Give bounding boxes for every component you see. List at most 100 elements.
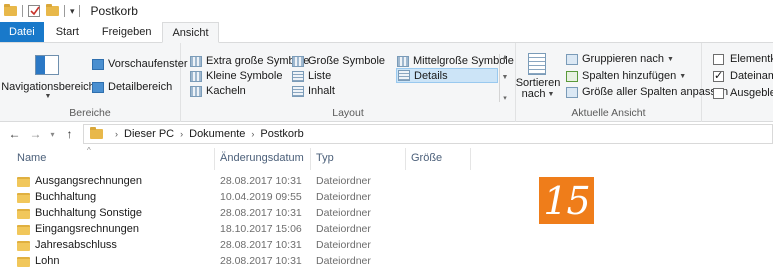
preview-pane-button[interactable]: Vorschaufenster [92,58,188,70]
checkbox-item-checkboxes[interactable]: Elementkon [713,53,773,65]
folder-icon [4,4,17,16]
add-columns-icon [566,70,578,82]
group-label-bereiche: Bereiche [69,107,111,119]
hidden-items-checkbox[interactable] [713,87,724,99]
item-name: Buchhaltung [35,191,97,203]
breadcrumb-dieser-pc[interactable]: Dieser PC [124,128,174,140]
layout-tiles-label: Kacheln [206,85,246,97]
folder-icon [17,209,30,219]
size-columns-button[interactable]: Größe aller Spalten anpassen [566,86,728,98]
forward-arrow-icon[interactable]: → [27,127,44,141]
details-pane-button[interactable]: Detailbereich [92,81,172,93]
list-item[interactable]: Lohn 28.08.2017 10:31 Dateiordner [0,254,773,268]
chevron-right-icon[interactable]: › [251,129,254,139]
chevron-down-icon: ▼ [44,93,52,100]
layout-content[interactable]: Inhalt [292,85,335,97]
sort-by-label-2: nach [521,88,546,100]
navigation-pane-icon[interactable] [35,55,59,75]
navigation-pane-label: Navigationsbereich [1,81,95,93]
list-icon [292,70,304,82]
tab-ansicht[interactable]: Ansicht [162,22,219,43]
folder-icon [17,193,30,203]
new-folder-icon[interactable] [46,4,59,16]
layout-large-icons[interactable]: Große Symbole [292,55,385,67]
group-bereiche: Navigationsbereich ▼ Vorschaufenster Det… [0,43,188,122]
scroll-up-icon[interactable]: ▲ [502,54,509,61]
properties-check-icon[interactable] [28,5,40,17]
details-icon [398,70,410,81]
item-date: 10.04.2019 09:55 [220,191,302,203]
breadcrumb-dokumente[interactable]: Dokumente [189,128,245,140]
scroll-down-icon[interactable]: ▼ [502,74,509,81]
column-header-type[interactable]: Typ [316,152,334,164]
size-columns-label: Größe aller Spalten anpassen [582,86,729,98]
layout-tiles[interactable]: Kacheln [190,85,246,97]
breadcrumb-postkorb[interactable]: Postkorb [260,128,303,140]
sort-by-button[interactable]: Sortieren nach ▼ [516,78,561,100]
sort-ascending-icon: ^ [87,146,91,155]
column-header-name[interactable]: Name [17,152,46,164]
layout-details[interactable]: Details [396,68,498,83]
file-extensions-checkbox[interactable] [713,69,724,82]
item-checkboxes-checkbox[interactable] [713,53,724,65]
column-divider[interactable] [310,148,311,170]
dropdown-icon[interactable]: ▾ [70,6,75,17]
list-item[interactable]: Buchhaltung 10.04.2019 09:55 Dateiordner [0,190,773,206]
layout-list-label: Liste [308,70,332,82]
chevron-right-icon[interactable]: › [115,129,118,139]
item-name: Ausgangsrechnungen [35,175,143,187]
item-name: Lohn [35,255,60,267]
chevron-right-icon[interactable]: › [180,129,183,139]
column-header-date[interactable]: Änderungsdatum [220,152,304,164]
item-type: Dateiordner [316,191,371,203]
list-item[interactable]: Eingangsrechnungen 18.10.2017 15:06 Date… [0,222,773,238]
sort-icon[interactable] [528,53,546,75]
up-arrow-icon[interactable]: ↑ [61,127,78,141]
chevron-down-icon: ▼ [666,55,674,63]
layout-large-label: Große Symbole [308,55,386,67]
column-divider[interactable] [214,148,215,170]
checkbox-hidden-items[interactable]: Ausgeblend [713,87,773,99]
chevron-down-icon: ▼ [679,72,687,80]
tab-start[interactable]: Start [44,22,91,42]
address-row: ← → ▾ ↑ › Dieser PC › Dokumente › Postko… [0,122,773,146]
list-item[interactable]: Jahresabschluss 28.08.2017 10:31 Dateior… [0,238,773,254]
recent-locations-icon[interactable]: ▾ [44,130,61,139]
item-date: 28.08.2017 10:31 [220,175,302,187]
checkbox-file-extensions[interactable]: Dateinamer [713,69,773,82]
tab-datei[interactable]: Datei [0,22,44,42]
details-pane-icon [92,81,104,93]
navigation-pane-button[interactable]: Navigationsbereich ▼ [1,81,95,100]
folder-icon [17,225,30,235]
content-icon [292,85,304,97]
column-divider[interactable] [405,148,406,170]
preview-pane-icon [92,58,104,70]
separator [78,5,80,17]
back-arrow-icon[interactable]: ← [6,127,23,141]
item-name: Eingangsrechnungen [35,223,139,235]
folder-icon [17,241,30,251]
size-columns-icon [566,86,578,98]
group-by-button[interactable]: Gruppieren nach ▼ [566,53,674,65]
ribbon: Navigationsbereich ▼ Vorschaufenster Det… [0,43,773,122]
item-name: Buchhaltung Sonstige [35,207,143,219]
layout-gallery-scroll[interactable]: ▲ ▼ ▾ [499,54,510,102]
add-columns-button[interactable]: Spalten hinzufügen ▼ [566,70,686,82]
group-label-aktuelle-ansicht: Aktuelle Ansicht [571,107,646,119]
column-divider[interactable] [470,148,471,170]
layout-list[interactable]: Liste [292,70,331,82]
small-icons-icon [190,70,202,82]
item-type: Dateiordner [316,223,371,235]
item-date: 28.08.2017 10:31 [220,255,302,267]
layout-small-icons[interactable]: Kleine Symbole [190,70,282,82]
address-bar[interactable]: › Dieser PC › Dokumente › Postkorb [83,124,773,144]
window-title: Postkorb [90,4,138,18]
gallery-expand-icon[interactable]: ▾ [503,94,507,102]
item-date: 28.08.2017 10:31 [220,207,302,219]
layout-medium-icons[interactable]: Mittelgroße Symbole [397,55,514,67]
list-item[interactable]: Ausgangsrechnungen 28.08.2017 10:31 Date… [0,174,773,190]
tab-freigeben[interactable]: Freigeben [91,22,163,42]
column-header-size[interactable]: Größe [411,152,442,164]
list-item[interactable]: Buchhaltung Sonstige 28.08.2017 10:31 Da… [0,206,773,222]
add-columns-label: Spalten hinzufügen [582,70,677,82]
